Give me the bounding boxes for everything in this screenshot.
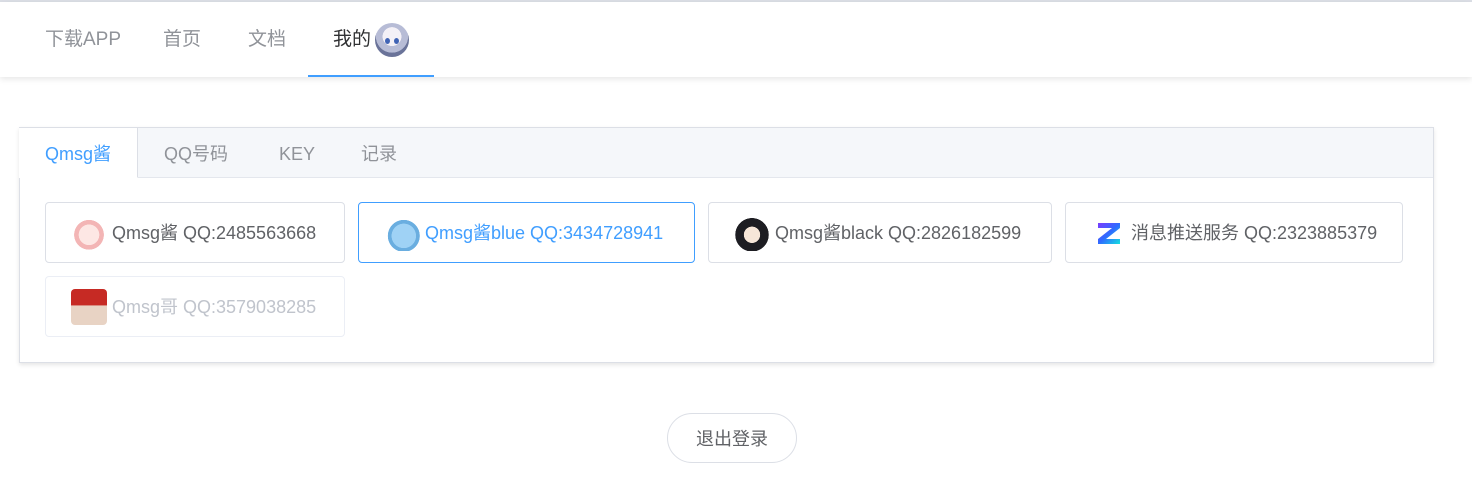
nav-mine-label: 我的: [333, 29, 372, 50]
tab-qq-number[interactable]: QQ号码: [164, 128, 228, 178]
logout-button[interactable]: 退出登录: [667, 413, 797, 463]
bot-card: Qmsg酱 QQ号码 KEY 记录 Qmsg酱 QQ:2485563668 Qm…: [19, 127, 1434, 363]
user-avatar[interactable]: [375, 23, 409, 57]
nav-mine[interactable]: 我的: [308, 2, 434, 77]
red-hat-avatar-icon: [71, 289, 107, 325]
anime-girl-blue-avatar-icon: [384, 215, 420, 251]
tab-bar: Qmsg酱 QQ号码 KEY 记录: [19, 128, 1433, 178]
anime-girl-black-avatar-icon: [734, 215, 770, 251]
bot-button-qmsg-black[interactable]: Qmsg酱black QQ:2826182599: [708, 202, 1052, 263]
nav-download-app[interactable]: 下载APP: [45, 2, 121, 77]
bot-label: Qmsg哥 QQ:3579038285: [112, 297, 317, 317]
bot-button-push-service[interactable]: 消息推送服务 QQ:2323885379: [1065, 202, 1403, 263]
tab-qmsg[interactable]: Qmsg酱: [19, 128, 138, 178]
avatar-eye-right: [394, 38, 399, 44]
tab-key[interactable]: KEY: [279, 128, 315, 178]
bot-button-qmsg[interactable]: Qmsg酱 QQ:2485563668: [45, 202, 345, 263]
bot-label: Qmsg酱blue QQ:3434728941: [425, 223, 664, 243]
anime-girl-pink-avatar-icon: [71, 215, 107, 251]
bot-button-qmsg-ge[interactable]: Qmsg哥 QQ:3579038285: [45, 276, 345, 337]
nav-home[interactable]: 首页: [163, 2, 201, 77]
bot-label: Qmsg酱 QQ:2485563668: [112, 223, 317, 243]
bot-label: Qmsg酱black QQ:2826182599: [775, 223, 1022, 243]
avatar-eye-left: [385, 38, 390, 44]
bot-button-qmsg-blue[interactable]: Qmsg酱blue QQ:3434728941: [358, 202, 695, 263]
tab-records[interactable]: 记录: [361, 128, 397, 178]
bot-label: 消息推送服务 QQ:2323885379: [1131, 223, 1378, 243]
top-nav: 下载APP 首页 文档 我的: [0, 2, 1472, 77]
nav-docs[interactable]: 文档: [248, 2, 286, 77]
z-logo-icon: [1091, 215, 1127, 251]
